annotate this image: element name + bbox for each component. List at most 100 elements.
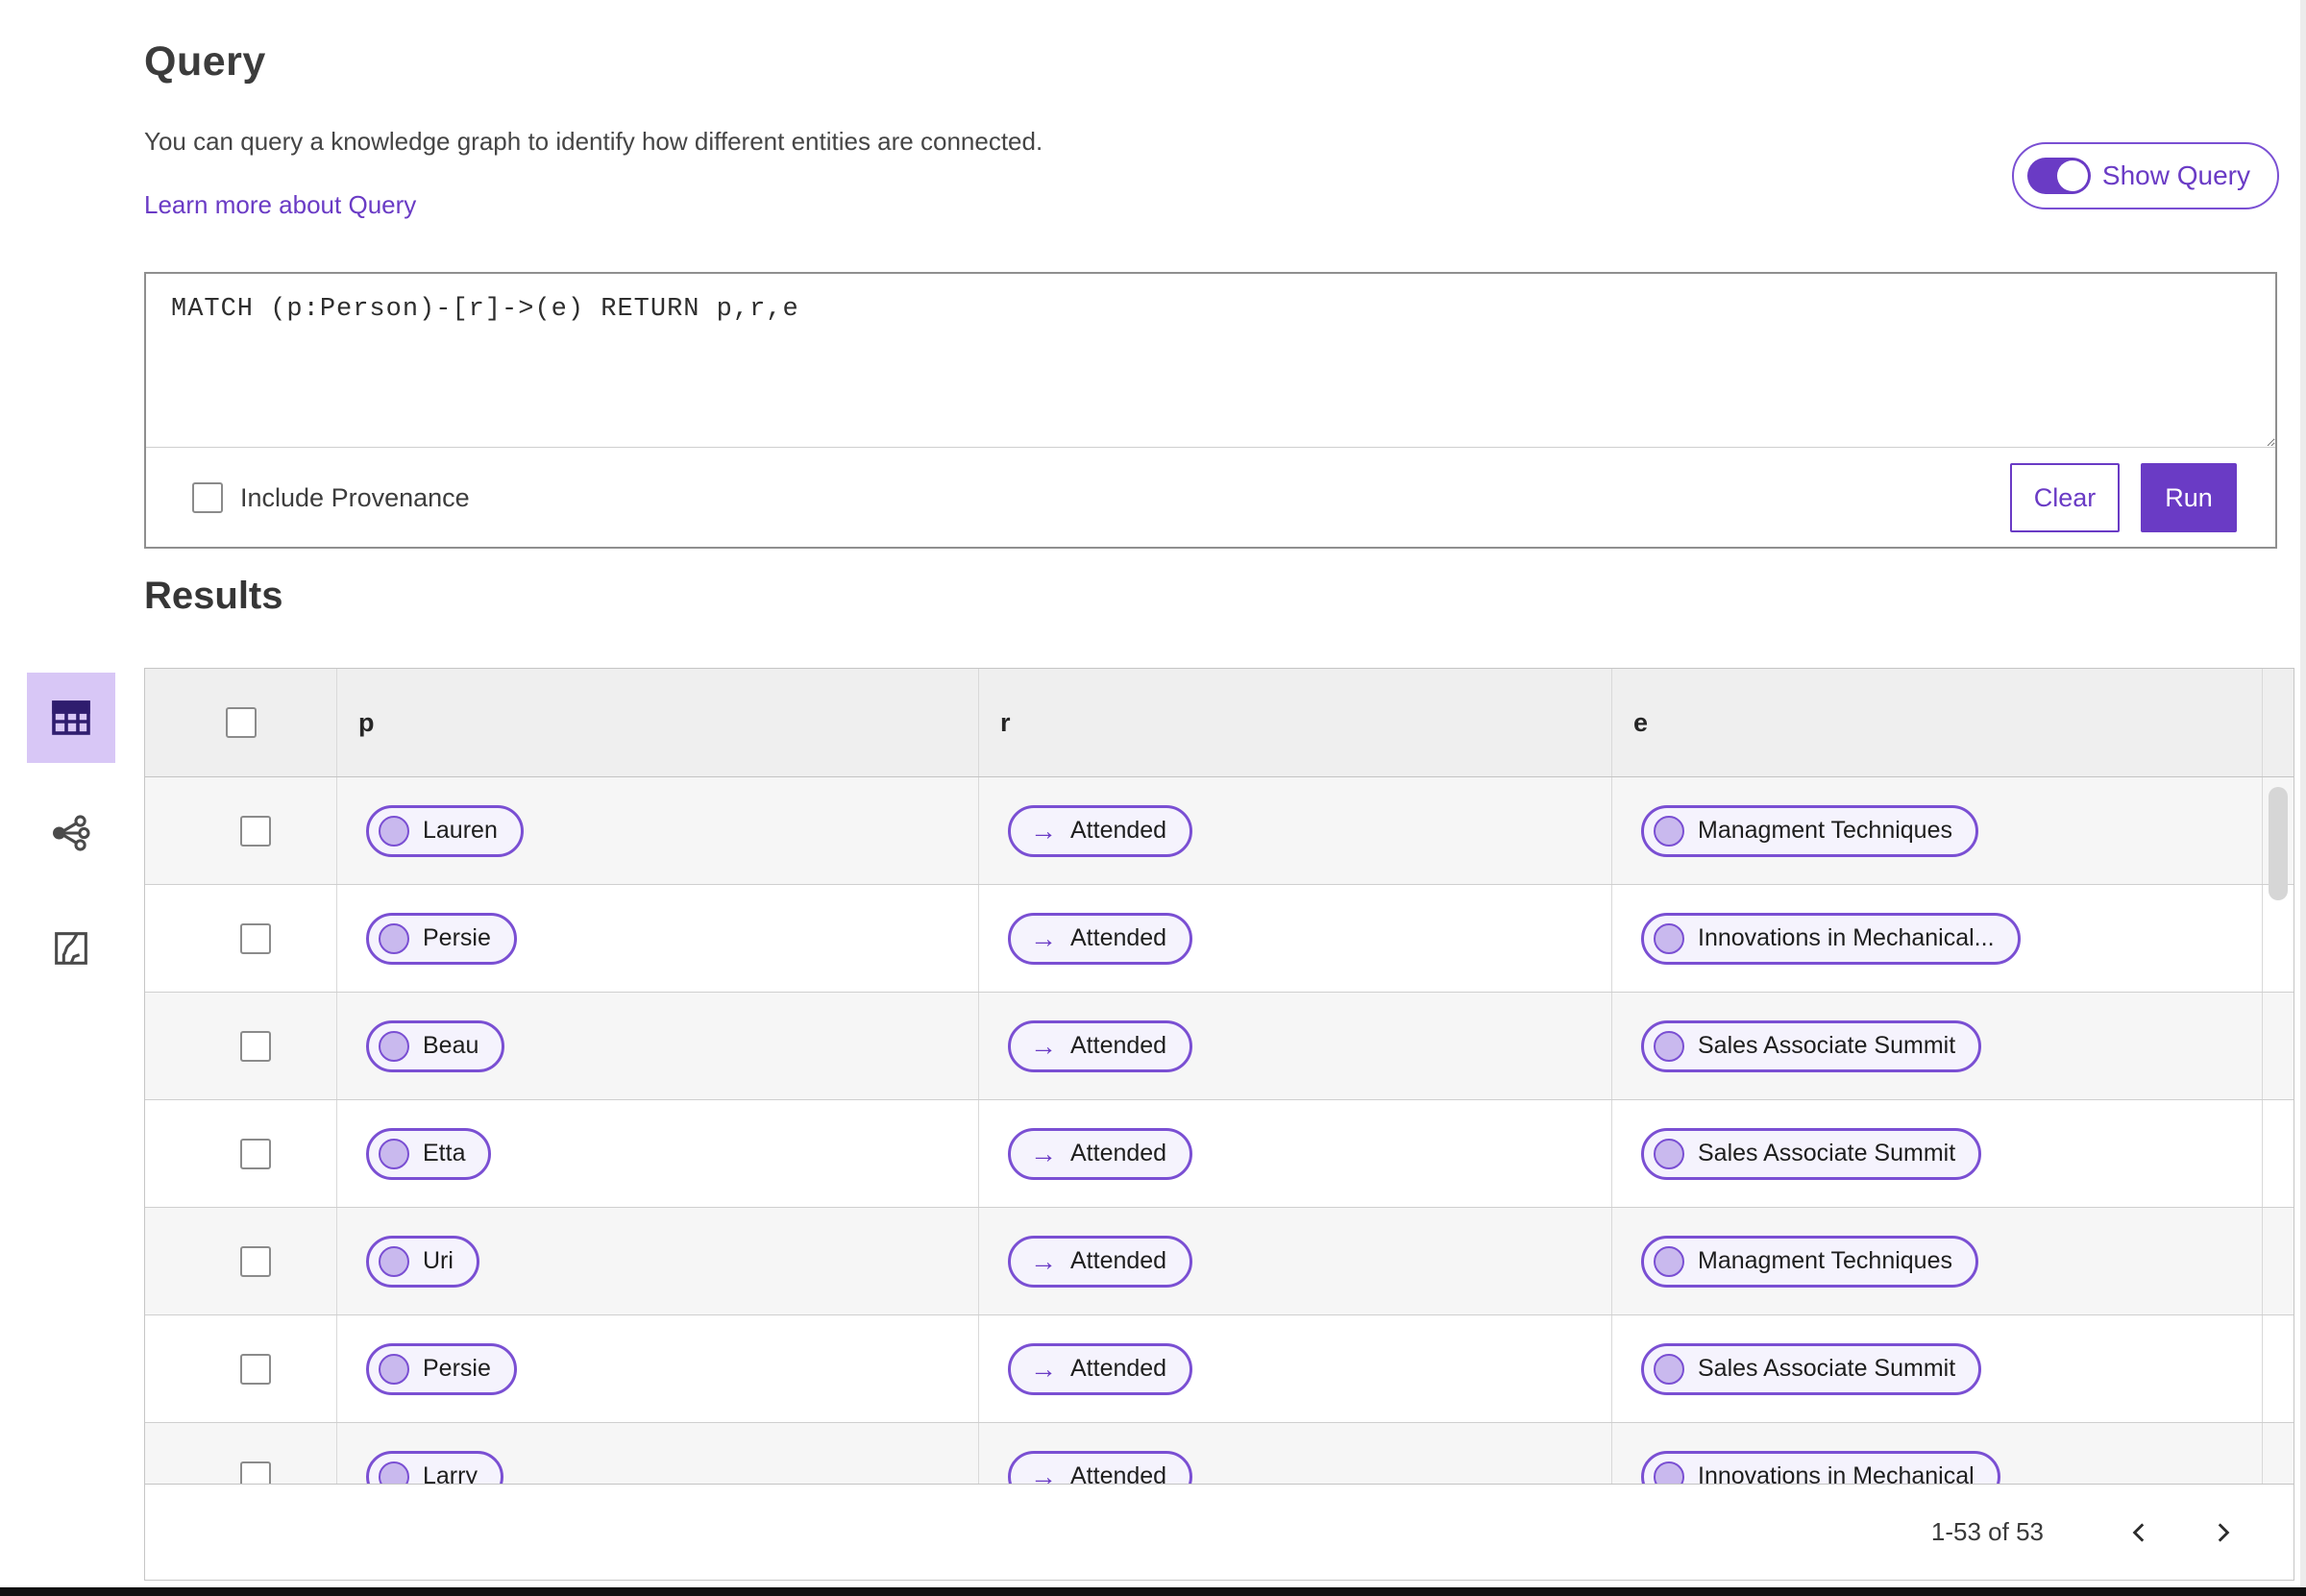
cell-e: Sales Associate Summit	[1611, 1100, 2262, 1207]
row-checkbox[interactable]	[239, 1461, 271, 1484]
entity-pill[interactable]: Beau	[366, 1019, 505, 1072]
chevron-left-icon	[2132, 1522, 2145, 1542]
relation-label: Attended	[1070, 1355, 1167, 1382]
entity-pill[interactable]: Innovations in Mechanical	[1641, 1450, 2000, 1484]
cell-r: → Attended	[978, 885, 1611, 992]
row-checkbox-cell	[145, 1423, 336, 1484]
table-scrollbar-thumb[interactable]	[2269, 787, 2288, 900]
table-row[interactable]: Etta → Attended Sales Associate Summit	[145, 1100, 2294, 1208]
cell-e: Sales Associate Summit	[1611, 993, 2262, 1099]
entity-pill[interactable]: Sales Associate Summit	[1641, 1342, 1982, 1395]
entity-pill[interactable]: Larry	[366, 1450, 503, 1484]
entity-label: Uri	[423, 1247, 454, 1274]
column-header-r[interactable]: r	[978, 669, 1611, 776]
row-checkbox[interactable]	[239, 815, 271, 847]
row-checkbox-cell	[145, 1315, 336, 1422]
relation-pill[interactable]: → Attended	[1008, 1019, 1193, 1072]
table-row[interactable]: Uri → Attended Managment Techniques	[145, 1208, 2294, 1315]
entity-label: Managment Techniques	[1698, 1247, 1952, 1274]
table-row[interactable]: Persie → Attended Innovations in Mechani…	[145, 885, 2294, 993]
previous-page-button[interactable]	[2119, 1511, 2161, 1554]
entity-pill[interactable]: Lauren	[366, 804, 524, 857]
query-panel-footer: Include Provenance Clear Run	[146, 449, 2275, 547]
entity-pill[interactable]: Managment Techniques	[1641, 804, 1978, 857]
entity-label: Lauren	[423, 817, 498, 844]
cell-r: → Attended	[978, 1423, 1611, 1484]
entity-pill[interactable]: Persie	[366, 912, 517, 965]
row-checkbox[interactable]	[239, 1030, 271, 1062]
query-page: Query You can query a knowledge graph to…	[0, 0, 2306, 1596]
cell-e: Innovations in Mechanical...	[1611, 885, 2262, 992]
entity-label: Etta	[423, 1140, 466, 1166]
entity-pill[interactable]: Innovations in Mechanical...	[1641, 912, 2021, 965]
table-row[interactable]: Lauren → Attended Managment Techniques	[145, 777, 2294, 885]
relation-pill[interactable]: → Attended	[1008, 1450, 1193, 1484]
entity-node-icon	[1654, 1138, 1684, 1169]
column-header-p[interactable]: p	[336, 669, 978, 776]
column-header-e[interactable]: e	[1611, 669, 2262, 776]
entity-pill[interactable]: Managment Techniques	[1641, 1235, 1978, 1288]
chart-icon	[55, 932, 87, 965]
chevron-right-icon	[2218, 1522, 2230, 1542]
entity-node-icon	[379, 1138, 409, 1169]
relation-arrow-icon: →	[1030, 922, 1057, 953]
toggle-knob	[2056, 160, 2088, 191]
relation-arrow-icon: →	[1030, 1138, 1057, 1168]
window-bottom-edge	[0, 1587, 2306, 1596]
entity-pill[interactable]: Persie	[366, 1342, 517, 1395]
relation-arrow-icon: →	[1030, 815, 1057, 846]
entity-label: Managment Techniques	[1698, 817, 1952, 844]
row-checkbox[interactable]	[239, 1138, 271, 1169]
row-checkbox[interactable]	[239, 1245, 271, 1277]
view-switcher-rail	[27, 673, 115, 994]
cell-r: → Attended	[978, 993, 1611, 1099]
clear-button[interactable]: Clear	[2010, 463, 2120, 532]
query-panel: MATCH (p:Person)-[r]->(e) RETURN p,r,e I…	[144, 272, 2277, 549]
relation-label: Attended	[1070, 1247, 1167, 1274]
entity-label: Sales Associate Summit	[1698, 1355, 1956, 1382]
relation-pill[interactable]: → Attended	[1008, 912, 1193, 965]
cell-p: Larry	[336, 1423, 978, 1484]
show-query-toggle[interactable]: Show Query	[2011, 142, 2279, 209]
header-gutter	[2262, 669, 2294, 776]
relation-pill[interactable]: → Attended	[1008, 1127, 1193, 1180]
cell-e: Managment Techniques	[1611, 777, 2262, 884]
next-page-button[interactable]	[2201, 1511, 2244, 1554]
entity-label: Persie	[423, 924, 491, 951]
page-title: Query	[144, 38, 266, 85]
entity-label: Innovations in Mechanical...	[1698, 924, 1995, 951]
row-checkbox-cell	[145, 993, 336, 1099]
row-checkbox-cell	[145, 777, 336, 884]
table-header-row: p r e	[145, 669, 2294, 777]
row-checkbox[interactable]	[239, 922, 271, 954]
row-checkbox[interactable]	[239, 1353, 271, 1385]
row-checkbox-cell	[145, 1208, 336, 1314]
row-checkbox-cell	[145, 1100, 336, 1207]
learn-more-link[interactable]: Learn more about Query	[144, 190, 416, 220]
entity-node-icon	[1654, 922, 1684, 954]
chart-view-button[interactable]	[27, 903, 115, 994]
relation-pill[interactable]: → Attended	[1008, 1235, 1193, 1288]
entity-node-icon	[379, 815, 409, 847]
query-input[interactable]: MATCH (p:Person)-[r]->(e) RETURN p,r,e	[146, 274, 2275, 448]
table-view-button[interactable]	[27, 673, 115, 763]
entity-label: Persie	[423, 1355, 491, 1382]
entity-pill[interactable]: Sales Associate Summit	[1641, 1127, 1982, 1180]
relation-pill[interactable]: → Attended	[1008, 1342, 1193, 1395]
run-button[interactable]: Run	[2141, 463, 2237, 532]
toggle-switch-icon[interactable]	[2026, 158, 2091, 194]
select-all-checkbox[interactable]	[225, 707, 257, 738]
table-icon	[52, 700, 90, 735]
graph-view-button[interactable]	[27, 788, 115, 878]
entity-pill[interactable]: Uri	[366, 1235, 479, 1288]
entity-pill[interactable]: Etta	[366, 1127, 492, 1180]
table-row[interactable]: Persie → Attended Sales Associate Summit	[145, 1315, 2294, 1423]
row-gutter	[2262, 993, 2294, 1099]
pagination-bar: 1-53 of 53	[145, 1484, 2294, 1580]
table-row[interactable]: Larry → Attended Innovations in Mechanic…	[145, 1423, 2294, 1484]
table-row[interactable]: Beau → Attended Sales Associate Summit	[145, 993, 2294, 1100]
entity-pill[interactable]: Sales Associate Summit	[1641, 1019, 1982, 1072]
show-query-label: Show Query	[2101, 160, 2250, 190]
relation-pill[interactable]: → Attended	[1008, 804, 1193, 857]
include-provenance-checkbox[interactable]	[192, 482, 223, 513]
